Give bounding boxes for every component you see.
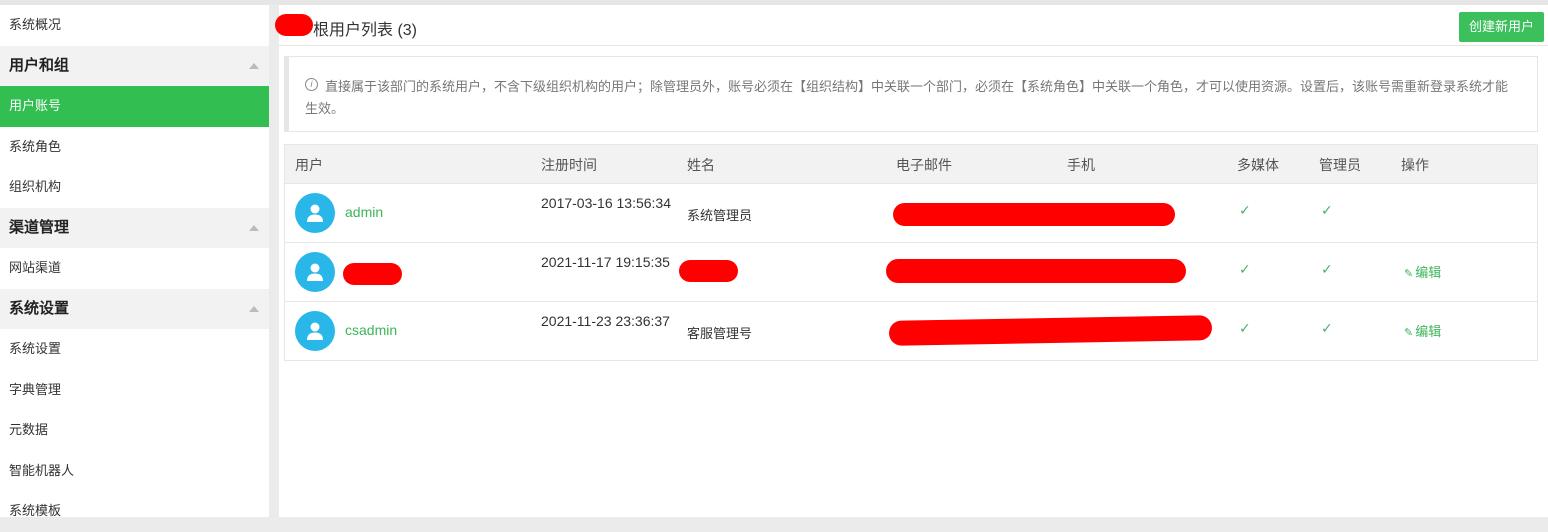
user-icon xyxy=(307,204,323,222)
redaction-mark xyxy=(893,203,1175,226)
sidebar-group-label: 渠道管理 xyxy=(9,218,70,236)
sidebar-group-channels[interactable]: 渠道管理 xyxy=(0,207,269,248)
redaction-mark xyxy=(275,14,313,36)
sidebar: 系统概况 用户和组 用户账号 系统角色 组织机构 渠道管理 网站渠道 系统设置 … xyxy=(0,5,269,518)
collapse-icon xyxy=(249,305,259,312)
sidebar-item-chatbot[interactable]: 智能机器人 xyxy=(0,451,269,492)
sidebar-item-overview[interactable]: 系统概况 xyxy=(0,5,269,46)
sidebar-group-label: 用户和组 xyxy=(9,56,70,74)
collapse-icon xyxy=(249,224,259,231)
avatar xyxy=(295,311,335,351)
name-cell: 客服管理号 xyxy=(687,326,753,341)
sidebar-group-label: 系统设置 xyxy=(9,299,70,317)
edit-label: 编辑 xyxy=(1415,265,1442,280)
redaction-mark xyxy=(679,260,738,282)
multimedia-check-icon: ✓ xyxy=(1239,261,1251,277)
col-user: 用户 xyxy=(295,157,323,173)
admin-check-icon: ✓ xyxy=(1321,320,1333,336)
page-header: 根用户列表 (3) 创建新用户 xyxy=(275,5,1548,46)
table-row: csadmin 2021-11-23 23:36:37 客服管理号 ✓ ✓ ✎ 编… xyxy=(285,302,1537,360)
sidebar-divider xyxy=(269,5,279,517)
main-content: 根用户列表 (3) 创建新用户 i 直接属于该部门的系统用户，不含下级组织机构的… xyxy=(275,5,1548,517)
redaction-mark xyxy=(886,259,1186,283)
avatar xyxy=(295,252,335,292)
table-row: admin 2017-03-16 13:56:34 系统管理员 ✓ ✓ xyxy=(285,184,1537,243)
avatar xyxy=(295,193,335,233)
sidebar-item-templates[interactable]: 系统模板 xyxy=(0,491,269,532)
sidebar-item-web-channel[interactable]: 网站渠道 xyxy=(0,248,269,289)
edit-link[interactable]: ✎ 编辑 xyxy=(1404,262,1441,281)
redaction-mark xyxy=(343,263,402,285)
name-cell: 系统管理员 xyxy=(687,208,753,223)
sidebar-group-users[interactable]: 用户和组 xyxy=(0,45,269,86)
col-regtime: 注册时间 xyxy=(541,157,597,173)
sidebar-item-organization[interactable]: 组织机构 xyxy=(0,167,269,208)
create-user-button[interactable]: 创建新用户 xyxy=(1459,12,1544,42)
col-phone: 手机 xyxy=(1067,157,1095,173)
col-admin: 管理员 xyxy=(1319,157,1361,173)
collapse-icon xyxy=(249,62,259,69)
user-icon xyxy=(307,263,323,281)
edit-link[interactable]: ✎ 编辑 xyxy=(1404,321,1441,340)
pencil-icon: ✎ xyxy=(1404,268,1414,280)
regtime-cell: 2021-11-23 23:36:37 xyxy=(541,313,670,329)
col-actions: 操作 xyxy=(1401,157,1429,173)
user-icon xyxy=(307,322,323,340)
col-name: 姓名 xyxy=(687,157,715,173)
sidebar-item-dictionary[interactable]: 字典管理 xyxy=(0,370,269,411)
regtime-cell: 2017-03-16 13:56:34 xyxy=(541,195,671,211)
username-link[interactable]: admin xyxy=(345,204,383,220)
sidebar-item-user-accounts[interactable]: 用户账号 xyxy=(0,86,269,127)
username-link[interactable]: csadmin xyxy=(345,322,397,338)
col-email: 电子邮件 xyxy=(896,157,952,173)
multimedia-check-icon: ✓ xyxy=(1239,202,1251,218)
sidebar-item-system-roles[interactable]: 系统角色 xyxy=(0,127,269,168)
admin-check-icon: ✓ xyxy=(1321,261,1333,277)
redaction-mark xyxy=(888,315,1213,346)
pencil-icon: ✎ xyxy=(1404,327,1414,339)
table-row: 2021-11-17 19:15:35 ✓ ✓ ✎ 编辑 xyxy=(285,243,1537,302)
page-title: 根用户列表 (3) xyxy=(313,22,418,39)
table-header: 用户 注册时间 姓名 电子邮件 手机 多媒体 管理员 操作 xyxy=(285,145,1537,184)
info-notice: i 直接属于该部门的系统用户，不含下级组织机构的用户；除管理员外，账号必须在【组… xyxy=(284,56,1538,132)
col-multimedia: 多媒体 xyxy=(1237,157,1279,173)
sidebar-item-system-settings[interactable]: 系统设置 xyxy=(0,329,269,370)
regtime-cell: 2021-11-17 19:15:35 xyxy=(541,254,670,270)
admin-check-icon: ✓ xyxy=(1321,202,1333,218)
notice-text: 直接属于该部门的系统用户，不含下级组织机构的用户；除管理员外，账号必须在【组织结… xyxy=(305,79,1509,116)
multimedia-check-icon: ✓ xyxy=(1239,320,1251,336)
sidebar-group-settings[interactable]: 系统设置 xyxy=(0,288,269,329)
sidebar-item-metadata[interactable]: 元数据 xyxy=(0,410,269,451)
users-table: 用户 注册时间 姓名 电子邮件 手机 多媒体 管理员 操作 admin 2017… xyxy=(284,144,1538,361)
edit-label: 编辑 xyxy=(1415,324,1442,339)
